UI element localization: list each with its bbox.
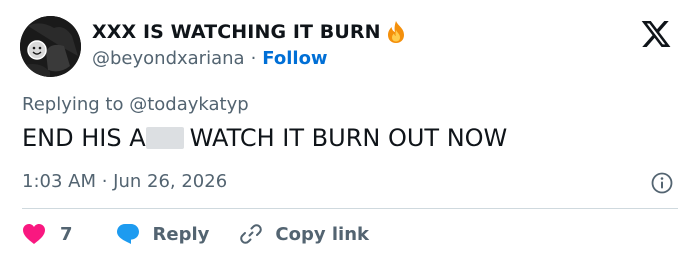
avatar[interactable] [20,16,81,77]
redaction-block [145,127,184,149]
like-count: 7 [60,223,73,245]
separator-dot: · [250,48,257,69]
tweet-text-after: WATCH IT BURN OUT NOW [189,124,508,152]
copy-link-label: Copy link [275,223,369,245]
author-name-row: XXX IS WATCHING IT BURN [92,20,407,44]
like-button[interactable]: 7 [22,223,73,245]
link-icon [240,224,263,244]
action-bar: 7 Reply Copy link [22,219,369,249]
reply-label: Reply [152,223,210,245]
tweet-text-before: END HIS A [22,124,146,152]
x-logo-icon[interactable] [640,18,672,50]
replying-to: Replying to @todaykatyp [22,94,249,115]
replying-prefix: Replying to [22,94,124,115]
handle-row: @beyondxariana · Follow [92,48,328,69]
display-name[interactable]: XXX IS WATCHING IT BURN [92,21,381,43]
fire-icon [385,20,407,44]
info-icon[interactable] [650,171,674,195]
timestamp[interactable]: 1:03 AM · Jun 26, 2026 [22,171,227,192]
tweet-text: END HIS A WATCH IT BURN OUT NOW [22,124,507,152]
reply-button[interactable]: Reply [115,222,210,246]
author-handle[interactable]: @beyondxariana [92,48,245,69]
reply-bubble-icon [116,224,139,244]
tweet-card: XXX IS WATCHING IT BURN @beyondxariana ·… [0,0,700,261]
copy-link-button[interactable]: Copy link [239,222,369,246]
replying-handle[interactable]: @todaykatyp [129,94,248,115]
heart-icon [23,224,45,244]
divider [22,208,678,209]
follow-button[interactable]: Follow [262,48,327,69]
